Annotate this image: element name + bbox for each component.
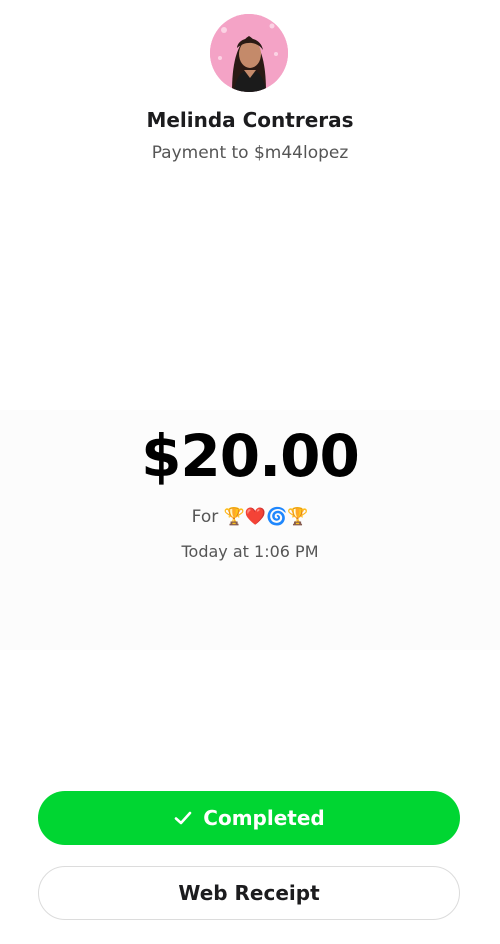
avatar-photo bbox=[210, 14, 288, 92]
web-receipt-label: Web Receipt bbox=[178, 881, 320, 905]
completed-button[interactable]: Completed bbox=[38, 791, 460, 845]
payment-note: For 🏆❤️🌀🏆 bbox=[0, 507, 500, 527]
payment-detail-screen: Melinda Contreras Payment to $m44lopez $… bbox=[0, 0, 500, 944]
completed-label: Completed bbox=[203, 806, 325, 830]
recipient-name: Melinda Contreras bbox=[146, 108, 354, 132]
payment-subtitle: Payment to $m44lopez bbox=[151, 143, 349, 163]
note-emojis: 🏆❤️🌀🏆 bbox=[223, 507, 309, 527]
avatar bbox=[210, 14, 288, 92]
for-label: For bbox=[191, 507, 219, 527]
payment-amount: $20.00 bbox=[141, 422, 360, 490]
web-receipt-button[interactable]: Web Receipt bbox=[38, 866, 460, 920]
payment-timestamp: Today at 1:06 PM bbox=[181, 542, 319, 561]
check-icon bbox=[174, 811, 192, 825]
